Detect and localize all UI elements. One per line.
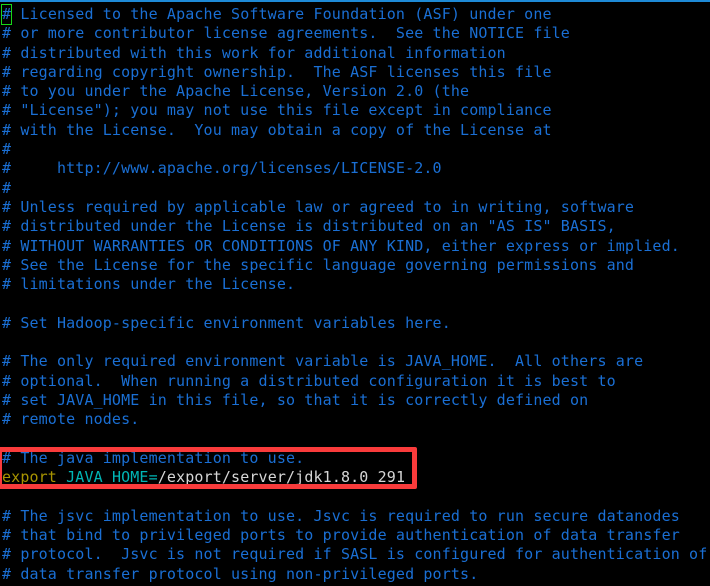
editor-line: # with the License. You may obtain a cop…: [2, 121, 710, 140]
editor-line: # limitations under the License.: [2, 275, 710, 294]
editor-line: # or more contributor license agreements…: [2, 24, 710, 43]
comment-text: # with the License. You may obtain a cop…: [2, 120, 552, 139]
comment-text: #: [2, 140, 12, 159]
comment-text: # See the License for the specific langu…: [2, 255, 635, 274]
editor-line: # data transfer protocol using non-privi…: [2, 565, 710, 584]
comment-text: # regarding copyright ownership. The ASF…: [2, 62, 552, 81]
java-home-variable: JAVA_HOME: [66, 468, 149, 487]
editor-line: # regarding copyright ownership. The ASF…: [2, 63, 710, 82]
comment-text: # optional. When running a distributed c…: [2, 371, 616, 390]
editor-line: # Unless required by applicable law or a…: [2, 198, 710, 217]
export-space: [57, 468, 66, 486]
comment-text: # Set Hadoop-specific environment variab…: [2, 313, 451, 332]
comment-text: # data transfer protocol using non-privi…: [2, 564, 479, 583]
editor-line: # protocol. Jsvc is not required if SASL…: [2, 545, 710, 564]
editor-line: # distributed with this work for additio…: [2, 44, 710, 63]
editor-line: # The jsvc implementation to use. Jsvc i…: [2, 507, 710, 526]
editor-line: # http://www.apache.org/licenses/LICENSE…: [2, 159, 710, 178]
comment-text: # limitations under the License.: [2, 275, 296, 294]
comment-text: # The only required environment variable…: [2, 352, 644, 371]
editor-line: # WITHOUT WARRANTIES OR CONDITIONS OF AN…: [2, 237, 710, 256]
comment-text: # "License"); you may not use this file …: [2, 101, 552, 120]
terminal-editor-window[interactable]: # Licensed to the Apache Software Founda…: [0, 0, 710, 586]
assignment-operator: =: [148, 468, 158, 487]
comment-text: # remote nodes.: [2, 410, 140, 429]
comment-text: # http://www.apache.org/licenses/LICENSE…: [2, 159, 442, 178]
comment-text: # protocol. Jsvc is not required if SASL…: [2, 545, 708, 564]
editor-line: # distributed under the License is distr…: [2, 217, 710, 236]
comment-text: #: [2, 178, 12, 197]
editor-line: #: [2, 179, 710, 198]
comment-text: # set JAVA_HOME in this file, so that it…: [2, 390, 589, 409]
editor-line: # remote nodes.: [2, 410, 710, 429]
editor-line: # "License"); you may not use this file …: [2, 101, 710, 120]
editor-line: # that bind to privileged ports to provi…: [2, 526, 710, 545]
comment-text: # The jsvc implementation to use. Jsvc i…: [2, 506, 680, 525]
window-top-bar: [0, 0, 710, 2]
comment-text: # distributed with this work for additio…: [2, 43, 506, 62]
editor-text-area[interactable]: # Licensed to the Apache Software Founda…: [1, 4, 710, 586]
editor-line: export JAVA_HOME=/export/server/jdk1.8.0…: [2, 468, 710, 487]
editor-line: #: [2, 140, 710, 159]
editor-line: # The only required environment variable…: [2, 352, 710, 371]
comment-text: Licensed to the Apache Software Foundati…: [11, 5, 552, 23]
comment-text: # or more contributor license agreements…: [2, 24, 570, 43]
comment-text: # Unless required by applicable law or a…: [2, 197, 635, 216]
comment-text: # that bind to privileged ports to provi…: [2, 526, 680, 545]
comment-text: # to you under the Apache License, Versi…: [2, 82, 470, 101]
editor-line: # to you under the Apache License, Versi…: [2, 82, 710, 101]
java-home-path-value: /export/server/jdk1.8.0_291: [157, 468, 406, 487]
editor-line: # The java implementation to use.: [2, 449, 710, 468]
export-keyword: export: [2, 468, 57, 487]
editor-line: # See the License for the specific langu…: [2, 256, 710, 275]
comment-text: # distributed under the License is distr…: [2, 217, 616, 236]
editor-line: # Licensed to the Apache Software Founda…: [1, 4, 710, 25]
text-cursor: #: [1, 4, 12, 25]
comment-text: # WITHOUT WARRANTIES OR CONDITIONS OF AN…: [2, 236, 680, 255]
editor-line: # optional. When running a distributed c…: [2, 372, 710, 391]
comment-text: # The java implementation to use.: [2, 448, 305, 467]
editor-line: # Set Hadoop-specific environment variab…: [2, 314, 710, 333]
editor-line: # set JAVA_HOME in this file, so that it…: [2, 391, 710, 410]
